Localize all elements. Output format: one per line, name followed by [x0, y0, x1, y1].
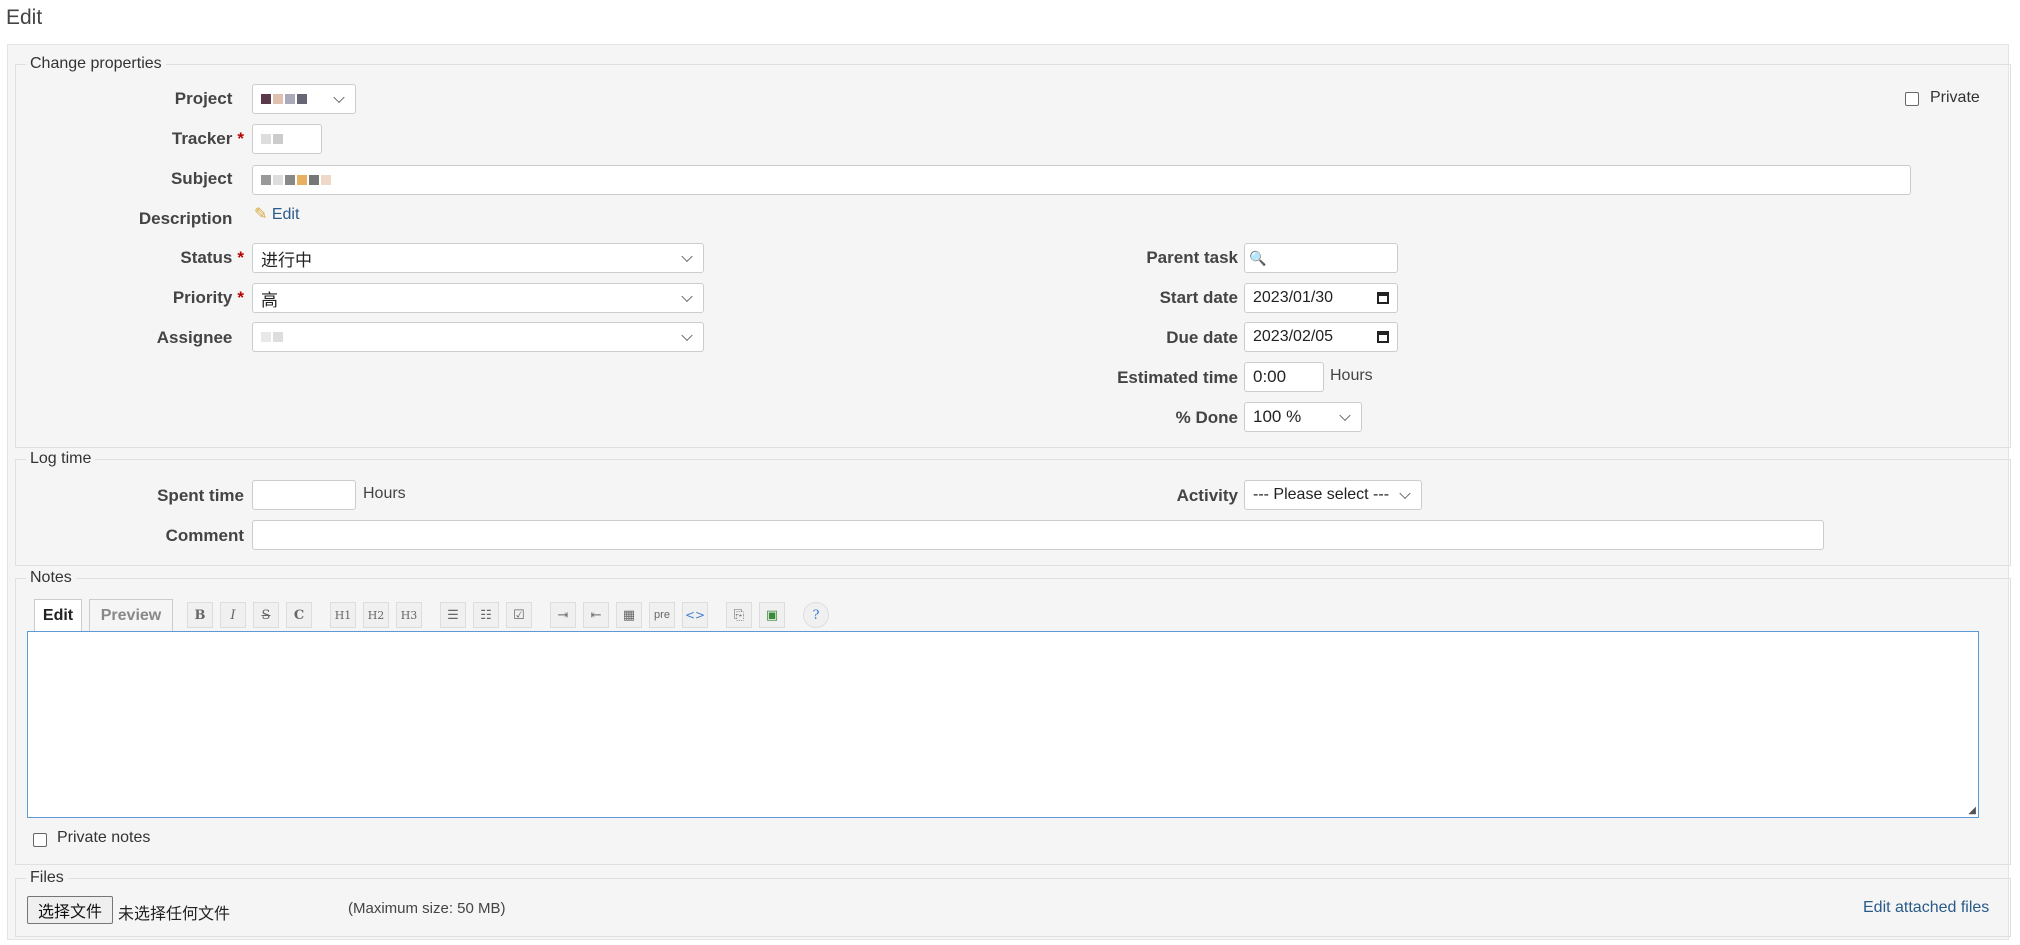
image-icon[interactable]: ▣	[759, 602, 785, 628]
private-label: Private	[1930, 89, 1980, 106]
comment-label: Comment	[165, 526, 244, 545]
tab-preview[interactable]: Preview	[89, 599, 173, 632]
spent-time-input[interactable]	[252, 480, 356, 510]
edit-attached-files-link[interactable]: Edit attached files	[1863, 899, 1989, 917]
status-select[interactable]: 进行中	[252, 243, 704, 273]
done-label: % Done	[1175, 408, 1238, 427]
task-list-button[interactable]: ☑	[506, 602, 532, 628]
spent-time-label: Spent time	[157, 486, 244, 505]
estimated-time-unit: Hours	[1330, 367, 1373, 384]
calendar-icon[interactable]	[1377, 331, 1389, 343]
start-date-input[interactable]: 2023/01/30	[1244, 283, 1398, 313]
notes-legend: Notes	[30, 569, 72, 586]
private-notes-label: Private notes	[57, 829, 151, 846]
files-fieldset: Files	[15, 869, 2011, 937]
priority-label: Priority *	[172, 288, 244, 307]
code-button[interactable]: C	[286, 602, 312, 628]
resize-handle-icon[interactable]: ◢	[1968, 805, 1976, 816]
estimated-time-label: Estimated time	[1117, 368, 1238, 387]
start-date-label: Start date	[1159, 288, 1238, 307]
description-label: Description*	[138, 209, 233, 228]
code-highlight-button[interactable]: <>	[682, 602, 708, 628]
status-label: Status *	[180, 248, 244, 267]
heading1-button[interactable]: H1	[330, 602, 356, 628]
estimated-time-input[interactable]: 0:00	[1244, 362, 1324, 392]
comment-input[interactable]	[252, 520, 1824, 550]
project-label: Project*	[174, 89, 233, 108]
pencil-icon: ✎	[254, 206, 268, 223]
link-icon[interactable]: ⎘	[726, 602, 752, 628]
subject-input[interactable]	[252, 165, 1911, 195]
parent-task-label: Parent task	[1146, 248, 1238, 267]
page-title: Edit	[6, 6, 43, 29]
help-icon[interactable]: ?	[803, 602, 829, 628]
pre-button[interactable]: pre	[649, 602, 675, 628]
italic-button[interactable]: I	[220, 602, 246, 628]
calendar-icon[interactable]	[1377, 292, 1389, 304]
activity-label: Activity	[1176, 486, 1238, 505]
description-edit-link[interactable]: ✎ Edit	[254, 204, 299, 224]
bullet-list-button[interactable]: ☰	[440, 602, 466, 628]
tracker-select[interactable]	[252, 124, 322, 154]
parent-task-input[interactable]: 🔍	[1244, 243, 1398, 273]
due-date-label: Due date	[1166, 328, 1238, 347]
max-size-text: (Maximum size: 50 MB)	[348, 900, 506, 917]
numbered-list-button[interactable]: ☷	[473, 602, 499, 628]
private-checkbox[interactable]	[1905, 92, 1919, 106]
table-button[interactable]: ▦	[616, 602, 642, 628]
private-notes-checkbox[interactable]	[33, 833, 47, 847]
assignee-label: Assignee*	[156, 328, 233, 347]
subject-label: Subject*	[170, 169, 233, 188]
log-time-legend: Log time	[30, 450, 92, 467]
tracker-label: Tracker *	[171, 129, 244, 148]
tab-edit[interactable]: Edit	[34, 599, 82, 632]
notes-textarea[interactable]: ◢	[27, 631, 1979, 818]
bold-button[interactable]: B	[187, 602, 213, 628]
change-properties-legend: Change properties	[30, 55, 162, 72]
activity-select[interactable]: --- Please select ---	[1244, 480, 1422, 510]
priority-select[interactable]: 高	[252, 283, 704, 313]
due-date-input[interactable]: 2023/02/05	[1244, 322, 1398, 352]
outdent-button[interactable]: ⇤	[583, 602, 609, 628]
search-icon: 🔍	[1249, 249, 1267, 266]
strikethrough-button[interactable]: S	[253, 602, 279, 628]
files-legend: Files	[30, 869, 64, 886]
no-file-text: 未选择任何文件	[118, 906, 231, 923]
done-select[interactable]: 100 %	[1244, 402, 1362, 432]
choose-file-button[interactable]: 选择文件	[27, 896, 113, 924]
indent-button[interactable]: ⇥	[550, 602, 576, 628]
heading2-button[interactable]: H2	[363, 602, 389, 628]
spent-time-unit: Hours	[363, 485, 406, 502]
heading3-button[interactable]: H3	[396, 602, 422, 628]
assignee-select[interactable]	[252, 322, 704, 352]
project-select[interactable]	[252, 84, 356, 114]
